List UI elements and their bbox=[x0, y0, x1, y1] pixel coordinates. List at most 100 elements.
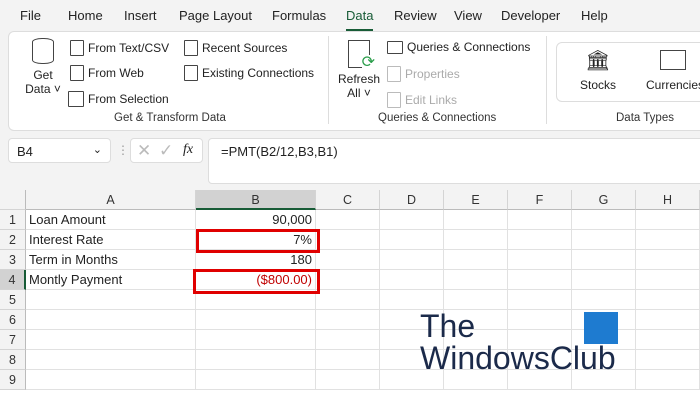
cell[interactable] bbox=[636, 210, 700, 230]
cell-a4[interactable]: Montly Payment bbox=[26, 270, 196, 290]
stocks-button[interactable]: 🏛 Stocks bbox=[575, 50, 621, 92]
cell[interactable] bbox=[380, 290, 444, 310]
cell[interactable] bbox=[316, 350, 380, 370]
tab-data[interactable]: Data bbox=[346, 8, 374, 32]
cell[interactable] bbox=[572, 290, 636, 310]
from-text-csv-button[interactable]: From Text/CSV bbox=[70, 40, 169, 56]
formula-bar[interactable]: =PMT(B2/12,B3,B1) bbox=[208, 138, 700, 184]
from-selection-button[interactable]: From Selection bbox=[68, 91, 169, 107]
cancel-icon[interactable]: ✕ bbox=[137, 141, 151, 161]
cell[interactable] bbox=[636, 370, 700, 390]
column-header-b[interactable]: B bbox=[196, 190, 316, 210]
cell[interactable] bbox=[26, 310, 196, 330]
cell[interactable] bbox=[572, 250, 636, 270]
column-header-c[interactable]: C bbox=[316, 190, 380, 210]
cell[interactable] bbox=[444, 250, 508, 270]
cell[interactable] bbox=[26, 370, 196, 390]
tab-file[interactable]: File bbox=[20, 8, 41, 23]
cell[interactable] bbox=[196, 330, 316, 350]
row-header-7[interactable]: 7 bbox=[0, 330, 26, 350]
cell[interactable] bbox=[508, 250, 572, 270]
currencies-button[interactable]: Currencies bbox=[646, 50, 700, 92]
name-box[interactable]: B4 ⌄ bbox=[8, 138, 111, 163]
cell[interactable] bbox=[508, 210, 572, 230]
confirm-icon[interactable]: ✓ bbox=[159, 141, 173, 161]
cell[interactable] bbox=[316, 210, 380, 230]
cell[interactable] bbox=[636, 310, 700, 330]
edit-links-button[interactable]: Edit Links bbox=[387, 92, 457, 108]
tab-review[interactable]: Review bbox=[394, 8, 437, 23]
cell[interactable] bbox=[572, 230, 636, 250]
cell[interactable] bbox=[26, 330, 196, 350]
tab-formulas[interactable]: Formulas bbox=[272, 8, 326, 23]
cell[interactable] bbox=[196, 350, 316, 370]
row-header-6[interactable]: 6 bbox=[0, 310, 26, 330]
row-header-2[interactable]: 2 bbox=[0, 230, 26, 250]
cell[interactable] bbox=[196, 310, 316, 330]
cell[interactable] bbox=[316, 290, 380, 310]
cell[interactable] bbox=[636, 250, 700, 270]
cell[interactable] bbox=[196, 370, 316, 390]
tab-developer[interactable]: Developer bbox=[501, 8, 560, 23]
refresh-all-button[interactable]: ⟳ Refresh All ˅ bbox=[338, 40, 380, 100]
cell[interactable] bbox=[508, 230, 572, 250]
row-header-1[interactable]: 1 bbox=[0, 210, 26, 230]
cell[interactable] bbox=[508, 270, 572, 290]
cell[interactable] bbox=[316, 270, 380, 290]
cell-b3[interactable]: 180 bbox=[196, 250, 316, 270]
tab-home[interactable]: Home bbox=[68, 8, 103, 23]
cell[interactable] bbox=[444, 290, 508, 310]
existing-connections-button[interactable]: Existing Connections bbox=[184, 65, 314, 81]
cell[interactable] bbox=[26, 290, 196, 310]
cell[interactable] bbox=[636, 230, 700, 250]
cell-a1[interactable]: Loan Amount bbox=[26, 210, 196, 230]
cell[interactable] bbox=[380, 250, 444, 270]
column-header-d[interactable]: D bbox=[380, 190, 444, 210]
cell[interactable] bbox=[636, 270, 700, 290]
cell[interactable] bbox=[508, 290, 572, 310]
recent-sources-icon bbox=[184, 40, 198, 56]
cell[interactable] bbox=[636, 330, 700, 350]
column-header-f[interactable]: F bbox=[508, 190, 572, 210]
column-header-a[interactable]: A bbox=[26, 190, 196, 210]
cell[interactable] bbox=[444, 210, 508, 230]
cell[interactable] bbox=[444, 270, 508, 290]
recent-sources-button[interactable]: Recent Sources bbox=[184, 40, 287, 56]
cell[interactable] bbox=[380, 270, 444, 290]
row-header-9[interactable]: 9 bbox=[0, 370, 26, 390]
properties-button[interactable]: Properties bbox=[387, 66, 460, 82]
cell[interactable] bbox=[26, 350, 196, 370]
get-data-button[interactable]: Get Data ˅ bbox=[22, 38, 64, 96]
row-header-4[interactable]: 4 bbox=[0, 270, 26, 290]
cell-a3[interactable]: Term in Months bbox=[26, 250, 196, 270]
cell[interactable] bbox=[572, 270, 636, 290]
cell[interactable] bbox=[316, 330, 380, 350]
cell[interactable] bbox=[380, 210, 444, 230]
cell[interactable] bbox=[444, 230, 508, 250]
tab-insert[interactable]: Insert bbox=[124, 8, 157, 23]
column-header-e[interactable]: E bbox=[444, 190, 508, 210]
cell[interactable] bbox=[636, 290, 700, 310]
cell-a2[interactable]: Interest Rate bbox=[26, 230, 196, 250]
column-header-h[interactable]: H bbox=[636, 190, 700, 210]
cell[interactable] bbox=[572, 210, 636, 230]
cell[interactable] bbox=[316, 310, 380, 330]
tab-page-layout[interactable]: Page Layout bbox=[179, 8, 252, 23]
select-all-button[interactable] bbox=[0, 190, 26, 210]
cell-b1[interactable]: 90,000 bbox=[196, 210, 316, 230]
cell[interactable] bbox=[316, 250, 380, 270]
cell[interactable] bbox=[316, 370, 380, 390]
queries-connections-button[interactable]: Queries & Connections bbox=[387, 40, 530, 54]
row-header-5[interactable]: 5 bbox=[0, 290, 26, 310]
cell[interactable] bbox=[636, 350, 700, 370]
tab-help[interactable]: Help bbox=[581, 8, 608, 23]
row-header-8[interactable]: 8 bbox=[0, 350, 26, 370]
column-header-g[interactable]: G bbox=[572, 190, 636, 210]
chevron-down-icon[interactable]: ⌄ bbox=[93, 143, 102, 156]
cell[interactable] bbox=[380, 230, 444, 250]
from-web-button[interactable]: From Web bbox=[70, 65, 144, 81]
tab-view[interactable]: View bbox=[454, 8, 482, 23]
insert-function-icon[interactable]: fx bbox=[183, 142, 193, 158]
row-header-3[interactable]: 3 bbox=[0, 250, 26, 270]
cell[interactable] bbox=[316, 230, 380, 250]
